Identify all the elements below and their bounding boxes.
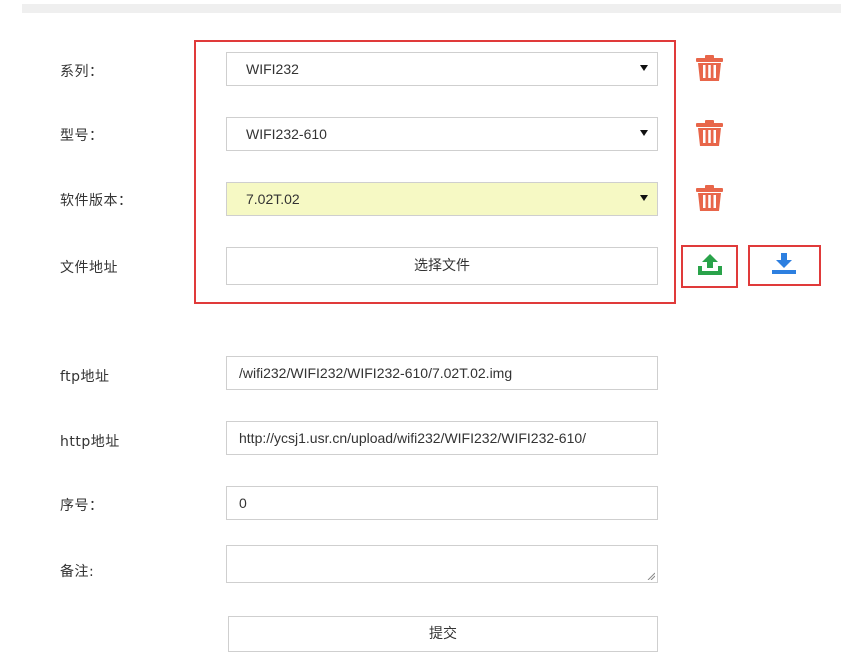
- order-input[interactable]: 0: [226, 486, 658, 520]
- model-label: 型号：: [60, 128, 104, 144]
- model-select[interactable]: WIFI232-610: [226, 117, 658, 151]
- remark-label: 备注:: [60, 564, 95, 580]
- top-bar: [22, 4, 841, 13]
- choose-file-button[interactable]: 选择文件: [226, 247, 658, 285]
- series-label: 系列：: [60, 64, 104, 80]
- dropdown-arrow-icon: [640, 65, 648, 71]
- order-label: 序号：: [60, 498, 104, 514]
- http-label: http地址: [60, 434, 120, 450]
- delete-model-trash-icon[interactable]: [695, 119, 724, 147]
- upload-icon: [698, 254, 722, 275]
- delete-series-trash-icon[interactable]: [695, 54, 724, 82]
- ftp-address-input[interactable]: /wifi232/WIFI232/WIFI232-610/7.02T.02.im…: [226, 356, 658, 390]
- upload-button[interactable]: [681, 245, 738, 288]
- model-value: WIFI232-610: [246, 126, 327, 142]
- resize-grip-icon[interactable]: [647, 572, 655, 580]
- dropdown-arrow-icon: [640, 130, 648, 136]
- remark-textarea[interactable]: [226, 545, 658, 583]
- delete-version-trash-icon[interactable]: [695, 184, 724, 212]
- series-select[interactable]: WIFI232: [226, 52, 658, 86]
- dropdown-arrow-icon: [640, 195, 648, 201]
- version-select[interactable]: 7.02T.02: [226, 182, 658, 216]
- submit-button[interactable]: 提交: [228, 616, 658, 652]
- file-label: 文件地址: [60, 260, 118, 276]
- download-icon: [772, 253, 796, 274]
- version-label: 软件版本：: [60, 193, 133, 209]
- version-value: 7.02T.02: [246, 191, 300, 207]
- download-button[interactable]: [748, 245, 821, 286]
- ftp-label: ftp地址: [60, 369, 110, 385]
- http-address-input[interactable]: http://ycsj1.usr.cn/upload/wifi232/WIFI2…: [226, 421, 658, 455]
- series-value: WIFI232: [246, 61, 299, 77]
